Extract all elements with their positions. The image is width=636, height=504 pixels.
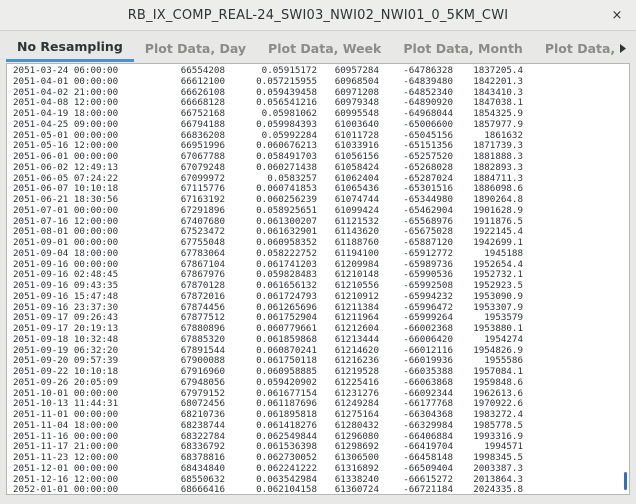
table-cell: -65462904 <box>403 204 453 216</box>
table-cell: 0.061418276 <box>256 419 317 431</box>
table-cell: -66063868 <box>403 376 453 388</box>
table-cell: 60968504 <box>334 75 379 87</box>
scrollbar-thumb[interactable] <box>624 472 627 490</box>
table-cell: 0.061724793 <box>256 290 317 302</box>
table-cell: 66794188 <box>180 118 225 130</box>
table-cell: 2051-09-16 15:47:48 <box>13 290 119 302</box>
table-cell: -65912772 <box>403 247 453 259</box>
table-cell: 61225416 <box>334 376 379 388</box>
table-cell: -64839480 <box>403 75 453 87</box>
table-cell: 2051-12-01 00:00:00 <box>13 462 119 474</box>
table-cell: -65994232 <box>403 290 453 302</box>
table-cell: 61099424 <box>334 204 379 216</box>
table-cell: 0.058925651 <box>256 204 317 216</box>
table-cell: 2052-01-01 00:00:00 <box>13 484 119 495</box>
tab-plot-data-week[interactable]: Plot Data, Week <box>257 34 392 62</box>
tab-no-resampling[interactable]: No Resampling <box>6 34 134 62</box>
table-cell: 61316892 <box>334 462 379 474</box>
arrow-right-icon[interactable] <box>614 34 630 62</box>
table-row: 2052-01-01 00:00:00 68666416 0.062104158 61… <box>13 484 617 495</box>
tab-strip: No Resampling Plot Data, Day Plot Data, … <box>6 34 614 62</box>
table-cell: 61360724 <box>334 484 379 495</box>
table-cell: 61058424 <box>334 161 379 173</box>
table-row: 2051-11-04 18:00:00 68238744 0.061418276 61… <box>13 419 617 432</box>
table-cell: 0.059420902 <box>256 376 317 388</box>
table-cell: 2024335.8 <box>473 484 523 495</box>
table-cell: -66721184 <box>403 484 453 495</box>
table-cell: 2051-09-18 10:32:48 <box>13 333 119 345</box>
tab-plot-data-quarter[interactable]: Plot Data, Quarter <box>534 34 614 62</box>
table-cell: 0.057215955 <box>256 75 317 87</box>
table-cell: 1945188 <box>484 247 523 259</box>
table-cell: 61280432 <box>334 419 379 431</box>
table-cell: 2051-09-04 18:00:00 <box>13 247 119 259</box>
table-cell: 67079248 <box>180 161 225 173</box>
data-text-view[interactable]: 2051-03-24 06:00:00 66554208 0.05915172 609… <box>6 63 630 495</box>
table-cell: 68238744 <box>180 419 225 431</box>
tab-plot-data-month[interactable]: Plot Data, Month <box>392 34 533 62</box>
table-cell: 68434840 <box>180 462 225 474</box>
table-cell: 67291896 <box>180 204 225 216</box>
table-cell: 0.062104158 <box>256 484 317 495</box>
table-cell: -65006600 <box>403 118 453 130</box>
table-cell: -66006420 <box>403 333 453 345</box>
table-row: 2051-06-02 12:49:13 67079248 0.060271438 61… <box>13 161 617 174</box>
table-row: 2051-09-26 20:05:09 67948056 0.059420902 61… <box>13 376 617 389</box>
table-cell: 1954274 <box>484 333 523 345</box>
title-bar: RB_IX_COMP_REAL-24_SWI03_NWI02_NWI01_0_5… <box>0 0 636 31</box>
table-cell: 2051-09-26 20:05:09 <box>13 376 119 388</box>
table-cell: 1959848.6 <box>473 376 523 388</box>
table-cell: 61194100 <box>334 247 379 259</box>
table-cell: 0.062241222 <box>256 462 317 474</box>
window-title: RB_IX_COMP_REAL-24_SWI03_NWI02_NWI01_0_5… <box>127 7 509 23</box>
close-icon[interactable]: × <box>608 6 626 24</box>
tab-plot-data-day[interactable]: Plot Data, Day <box>134 34 257 62</box>
table-cell: 2051-11-04 18:00:00 <box>13 419 119 431</box>
table-cell: 66612100 <box>180 75 225 87</box>
table-cell: 61213444 <box>334 333 379 345</box>
vertical-scrollbar[interactable] <box>621 66 627 492</box>
table-row: 2051-04-01 00:00:00 66612100 0.057215955 60… <box>13 75 617 88</box>
table-cell: -65268028 <box>403 161 453 173</box>
table-row: 2051-07-01 00:00:00 67291896 0.058925651 61… <box>13 204 617 217</box>
table-cell: 61003640 <box>334 118 379 130</box>
table-row: 2051-09-18 10:32:48 67885320 0.061859868 61… <box>13 333 617 346</box>
table-cell: 1985778.5 <box>473 419 523 431</box>
table-cell: -66329984 <box>403 419 453 431</box>
table-row: 2051-09-04 18:00:00 67783064 0.058222752 61… <box>13 247 617 260</box>
table-cell: 2051-06-02 12:49:13 <box>13 161 119 173</box>
table-cell: 67948056 <box>180 376 225 388</box>
table-row: 2051-09-16 15:47:48 67872016 0.061724793 61… <box>13 290 617 303</box>
table-row: 2051-04-25 09:00:00 66794188 0.059984393 61… <box>13 118 617 131</box>
table-row: 2051-12-01 00:00:00 68434840 0.062241222 61… <box>13 462 617 475</box>
table-cell: 1882893.3 <box>473 161 523 173</box>
table-cell: 0.060271438 <box>256 161 317 173</box>
tab-bar: No Resampling Plot Data, Day Plot Data, … <box>6 34 630 62</box>
table-cell: 0.061859868 <box>256 333 317 345</box>
table-cell: -66509404 <box>403 462 453 474</box>
table-cell: 67783064 <box>180 247 225 259</box>
table-cell: 68666416 <box>180 484 225 495</box>
table-cell: 1901628.9 <box>473 204 523 216</box>
data-table: 2051-03-24 06:00:00 66554208 0.05915172 609… <box>13 65 617 495</box>
table-cell: 61210912 <box>334 290 379 302</box>
table-cell: 0.058222752 <box>256 247 317 259</box>
table-cell: 2003387.3 <box>473 462 523 474</box>
table-cell: 67885320 <box>180 333 225 345</box>
table-cell: 2051-04-25 09:00:00 <box>13 118 119 130</box>
table-cell: 1842201.3 <box>473 75 523 87</box>
table-cell: 2051-07-01 00:00:00 <box>13 204 119 216</box>
table-cell: 0.059984393 <box>256 118 317 130</box>
table-cell: 1953090.9 <box>473 290 523 302</box>
table-cell: 1857977.9 <box>473 118 523 130</box>
table-cell: 2051-04-01 00:00:00 <box>13 75 119 87</box>
table-cell: 67872016 <box>180 290 225 302</box>
